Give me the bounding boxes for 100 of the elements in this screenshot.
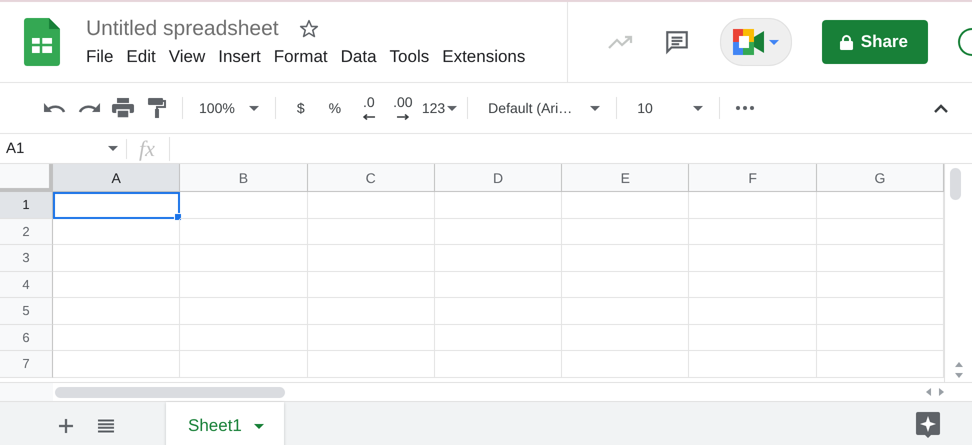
caret-icon: [590, 106, 600, 110]
menu-item[interactable]: Tools: [384, 47, 438, 67]
column-header[interactable]: F: [689, 164, 817, 192]
grid-cell[interactable]: [53, 218, 180, 245]
percent-button[interactable]: %: [318, 93, 352, 123]
row-header[interactable]: 7: [0, 351, 53, 378]
grid-cell[interactable]: [562, 272, 690, 298]
grid-cell[interactable]: [562, 324, 690, 351]
currency-button[interactable]: $: [284, 93, 318, 123]
grid-cell[interactable]: [180, 192, 308, 218]
zoom-dropdown[interactable]: 100%: [191, 93, 267, 123]
grid-cell[interactable]: [53, 298, 180, 324]
meet-button[interactable]: [720, 18, 792, 66]
grid-cell[interactable]: [308, 298, 435, 324]
grid-cell[interactable]: [180, 298, 308, 324]
font-size-dropdown[interactable]: 10: [625, 93, 711, 123]
grid-cell[interactable]: [562, 218, 690, 245]
font-dropdown[interactable]: Default (Ari…: [476, 93, 608, 123]
grid-cell[interactable]: [53, 351, 180, 378]
caret-icon: [447, 106, 458, 110]
scroll-up-icon[interactable]: [954, 362, 962, 367]
undo-icon: [44, 102, 66, 114]
grid-cell[interactable]: [689, 351, 817, 378]
grid-cell[interactable]: [434, 245, 562, 272]
name-box[interactable]: A1: [0, 138, 127, 158]
grid-cell[interactable]: [53, 324, 180, 351]
sparkle-icon: [916, 412, 940, 438]
selected-cell[interactable]: [53, 192, 180, 218]
menu-item[interactable]: Insert: [213, 47, 269, 67]
grid-cell[interactable]: [689, 298, 817, 324]
scrollbar-thumb[interactable]: [55, 386, 285, 398]
grid-cell[interactable]: [434, 324, 562, 351]
share-button[interactable]: Share: [822, 20, 928, 64]
decrease-decimal-button[interactable]: .0: [352, 93, 386, 123]
row-header[interactable]: 5: [0, 298, 53, 324]
function-label: fx: [127, 136, 170, 160]
grid-cell[interactable]: [180, 324, 308, 351]
row-header[interactable]: 2: [0, 218, 53, 245]
avatar[interactable]: [958, 28, 972, 56]
row-header[interactable]: 6: [0, 324, 53, 351]
row-header[interactable]: 4: [0, 272, 53, 298]
menu-item[interactable]: Format: [268, 47, 336, 67]
caret-icon: [248, 106, 259, 110]
select-all-corner[interactable]: [0, 164, 53, 192]
grid-cell[interactable]: [434, 298, 562, 324]
more-icon: [736, 106, 754, 110]
grid-cell[interactable]: [308, 245, 435, 272]
fill-handle[interactable]: [174, 212, 182, 220]
column-header[interactable]: C: [308, 164, 435, 192]
grid-cell[interactable]: [308, 351, 435, 378]
grid-cell[interactable]: [562, 245, 690, 272]
star-icon[interactable]: [298, 19, 319, 39]
document-title[interactable]: Untitled spreadsheet: [86, 17, 279, 41]
grid-cell[interactable]: [180, 245, 308, 272]
menu-item[interactable]: View: [164, 47, 214, 67]
scroll-left-icon[interactable]: [926, 388, 931, 396]
menu-item[interactable]: File: [86, 47, 122, 67]
grid-cell[interactable]: [689, 245, 817, 272]
trend-icon[interactable]: [608, 35, 634, 49]
grid-cell[interactable]: [434, 192, 562, 218]
increase-decimal-button[interactable]: .00: [386, 93, 420, 123]
sheets-logo[interactable]: [24, 18, 60, 66]
grid-cell[interactable]: [180, 218, 308, 245]
column-header[interactable]: A: [53, 164, 180, 192]
number-format-dropdown[interactable]: 123: [420, 93, 460, 123]
sheet-tab[interactable]: Sheet1: [166, 402, 284, 445]
column-header[interactable]: E: [562, 164, 690, 192]
scroll-right-icon[interactable]: [939, 388, 944, 396]
column-header[interactable]: G: [816, 164, 944, 192]
grid-cell[interactable]: [434, 218, 562, 245]
grid-cell[interactable]: [308, 218, 435, 245]
row-header[interactable]: 1: [0, 192, 53, 218]
grid-cell[interactable]: [53, 272, 180, 298]
scrollbar-thumb[interactable]: [950, 168, 961, 200]
explore-button[interactable]: [916, 412, 940, 440]
scroll-down-icon[interactable]: [954, 373, 962, 378]
grid-cell[interactable]: [689, 272, 817, 298]
plus-icon: [59, 419, 73, 433]
comment-icon[interactable]: [664, 29, 690, 55]
column-header[interactable]: D: [434, 164, 562, 192]
grid-cell[interactable]: [689, 218, 817, 245]
grid-cell[interactable]: [689, 324, 817, 351]
menu-item[interactable]: Extensions: [437, 47, 534, 67]
grid-cell[interactable]: [562, 192, 690, 218]
menu-item[interactable]: Data: [336, 47, 385, 67]
grid-cell[interactable]: [308, 324, 435, 351]
menu-item[interactable]: Edit: [121, 47, 164, 67]
grid-cell[interactable]: [308, 272, 435, 298]
grid-cell[interactable]: [308, 192, 435, 218]
grid-cell[interactable]: [180, 272, 308, 298]
grid-cell[interactable]: [53, 245, 180, 272]
grid-cell[interactable]: [434, 351, 562, 378]
row-header[interactable]: 3: [0, 245, 53, 272]
grid-cell[interactable]: [180, 351, 308, 378]
grid-cell[interactable]: [434, 272, 562, 298]
grid-cell[interactable]: [562, 351, 690, 378]
grid-cell[interactable]: [562, 298, 690, 324]
column-header[interactable]: B: [180, 164, 308, 192]
grid-cell[interactable]: [689, 192, 817, 218]
redo-icon: [78, 102, 100, 114]
